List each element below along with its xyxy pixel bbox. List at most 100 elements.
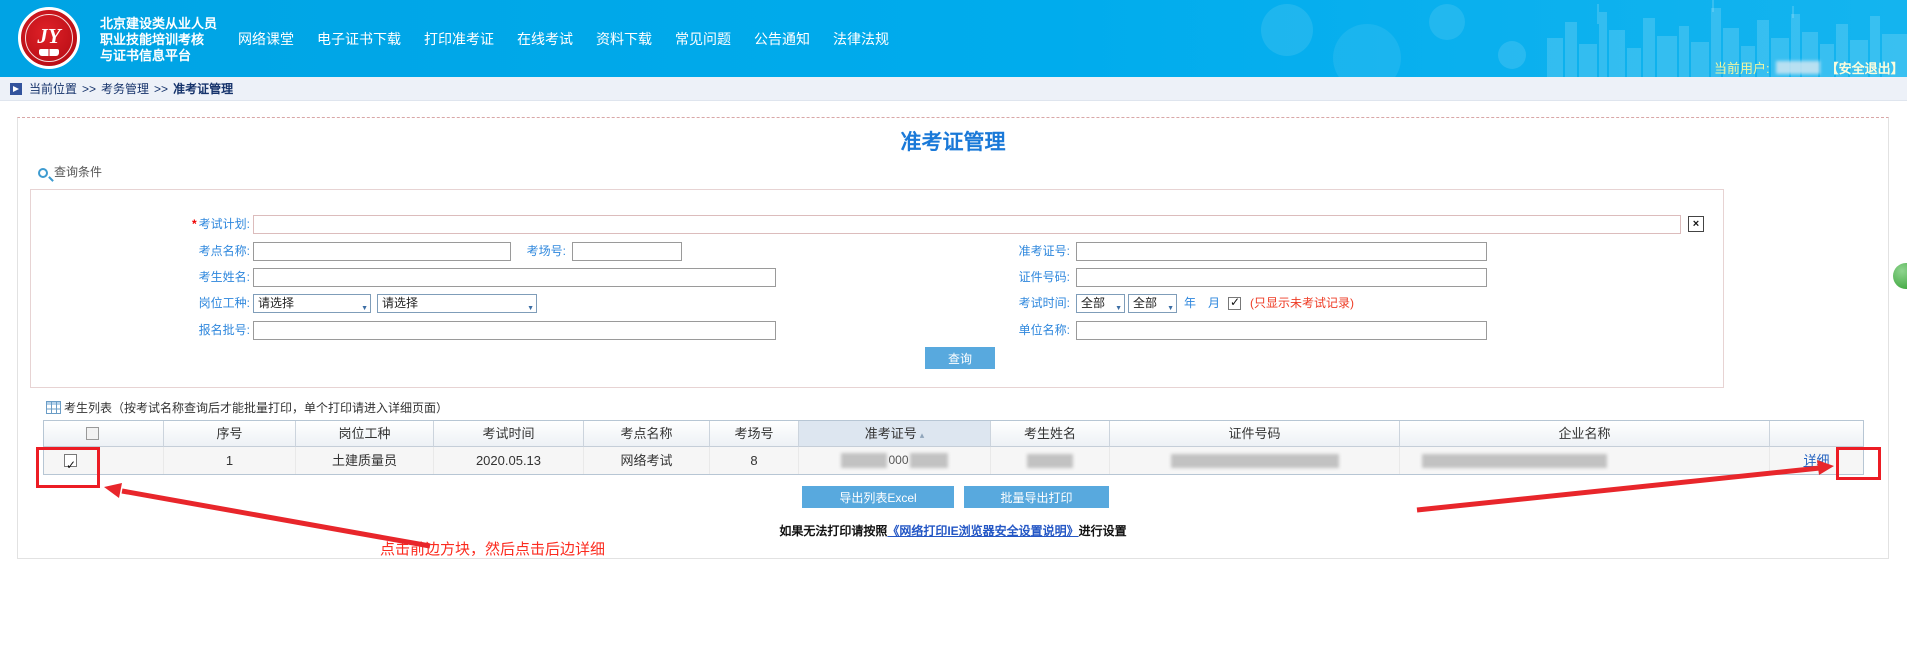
nav-item-laws[interactable]: 法律法规 [833,29,889,49]
company-name-redacted [1422,454,1607,468]
table-row: 1 土建质量员 2020.05.13 网络考试 8 000 详细 [44,447,1863,474]
cell-exam-room: 8 [710,447,799,474]
id-number-input[interactable] [1076,268,1487,287]
col-header-exam-time: 考试时间 [434,421,584,447]
field-label-exam-time: 考试时间: [976,294,1070,313]
cell-company [1400,447,1770,474]
breadcrumb-exam-management[interactable]: 考务管理 [101,82,149,96]
ticket-number-input[interactable] [1076,242,1487,261]
field-label-exam-room: 考场号: [498,242,566,261]
unexamined-only-checkbox[interactable] [1228,297,1241,310]
main-nav: 网络课堂 电子证书下载 打印准考证 在线考试 资料下载 常见问题 公告通知 法律… [238,0,889,77]
col-header-candidate-name: 考生姓名 [991,421,1110,447]
logo-text: JY [21,24,77,49]
col-header-trade: 岗位工种 [296,421,434,447]
logo-book-icon [39,49,59,56]
trade-select-2[interactable]: 请选择 [377,294,537,313]
org-logo: JY [18,7,80,69]
breadcrumb-ticket-management[interactable]: 准考证管理 [173,82,233,96]
exam-year-select[interactable]: 全部 [1076,294,1125,313]
org-name-line: 职业技能培训考核 [100,32,217,48]
breadcrumb: 当前位置>>考务管理>>准考证管理 [0,77,1907,101]
org-name: 北京建设类从业人员 职业技能培训考核 与证书信息平台 [100,16,217,64]
clear-exam-plan-button[interactable]: × [1688,216,1704,232]
trade-select-1[interactable]: 请选择 [253,294,371,313]
ticket-number-fragment: 000 [888,447,908,474]
cell-exam-site: 网络考试 [584,447,710,474]
ticket-number-redacted [910,453,948,468]
org-name-line: 北京建设类从业人员 [100,16,217,32]
batch-print-button[interactable]: 批量导出打印 [964,486,1109,508]
annotation-tip: 点击前边方块，然后点击后边详细 [380,538,605,559]
print-note-suffix: 进行设置 [1079,524,1127,538]
logout-button[interactable]: 【安全退出】 [1826,58,1904,77]
exam-site-input[interactable] [253,242,511,261]
cell-ticket-number: 000 [799,447,991,474]
checkbox-highlight-box [36,447,100,488]
field-label-ticket-number: 准考证号: [976,242,1070,261]
exam-month-select[interactable]: 全部 [1128,294,1177,313]
user-bar: 当前用户: 【安全退出】 [1714,58,1904,77]
required-mark: * [192,217,197,231]
cell-candidate-name [991,447,1110,474]
field-label-batch-number: 报名批号: [160,321,250,340]
candidate-list-title: 考生列表（按考试名称查询后才能批量打印，单个打印请进入详细页面） [64,399,448,416]
field-label-id-number: 证件号码: [976,268,1070,287]
export-excel-button[interactable]: 导出列表Excel [802,486,954,508]
field-label-exam-site: 考点名称: [160,242,250,261]
nav-item-online-exam[interactable]: 在线考试 [517,29,573,49]
field-label-exam-plan: *考试计划: [155,215,250,234]
col-header-ticket-number[interactable]: 准考证号▴ [799,421,991,447]
candidate-name-input[interactable] [253,268,776,287]
breadcrumb-separator: >> [154,82,168,96]
col-header-detail [1770,421,1863,447]
col-header-seq: 序号 [164,421,296,447]
breadcrumb-current-location: 当前位置 [29,82,77,96]
print-note-prefix: 如果无法打印请按照 [779,524,887,538]
month-unit-label: 月 [1208,294,1220,313]
app-header: JY 北京建设类从业人员 职业技能培训考核 与证书信息平台 网络课堂 电子证书下… [0,0,1907,77]
print-note: 如果无法打印请按照《网络打印IE浏览器安全设置说明》进行设置 [17,522,1889,539]
org-name-line: 与证书信息平台 [100,48,217,64]
nav-item-online-classroom[interactable]: 网络课堂 [238,29,294,49]
cell-exam-time: 2020.05.13 [434,447,584,474]
year-unit-label: 年 [1184,294,1196,313]
floating-widget[interactable] [1893,263,1907,289]
user-name-redacted [1776,61,1820,74]
field-label-candidate-name: 考生姓名: [160,268,250,287]
page-title: 准考证管理 [17,126,1889,156]
col-header-id-number: 证件号码 [1110,421,1400,447]
ie-settings-link[interactable]: 《网络打印IE浏览器安全设置说明》 [887,524,1078,538]
select-all-checkbox[interactable] [86,427,99,440]
field-label-company-name: 单位名称: [976,321,1070,340]
query-conditions-label: 查询条件 [54,165,102,179]
nav-item-downloads[interactable]: 资料下载 [596,29,652,49]
company-name-input[interactable] [1076,321,1487,340]
nav-item-print-ticket[interactable]: 打印准考证 [424,29,494,49]
batch-number-input[interactable] [253,321,776,340]
current-user-label: 当前用户: [1714,58,1770,77]
detail-highlight-box [1836,447,1881,480]
detail-link[interactable]: 详细 [1803,447,1829,474]
cell-id-number [1110,447,1400,474]
candidate-name-redacted [1027,454,1073,468]
ticket-number-redacted [841,453,887,468]
field-label-trade: 岗位工种: [160,294,250,313]
sort-ascending-icon: ▴ [920,430,925,440]
table-header-row: 序号 岗位工种 考试时间 考点名称 考场号 准考证号▴ 考生姓名 证件号码 企业… [44,421,1863,447]
cell-trade: 土建质量员 [296,447,434,474]
nav-item-certificate-download[interactable]: 电子证书下载 [317,29,401,49]
candidate-list-icon [46,401,61,414]
breadcrumb-icon [10,83,22,95]
exam-room-input[interactable] [572,242,682,261]
query-conditions-header: 查询条件 [38,163,102,180]
nav-item-faq[interactable]: 常见问题 [675,29,731,49]
col-header-exam-room: 考场号 [710,421,799,447]
candidates-table: 序号 岗位工种 考试时间 考点名称 考场号 准考证号▴ 考生姓名 证件号码 企业… [43,420,1864,475]
page: JY 北京建设类从业人员 职业技能培训考核 与证书信息平台 网络课堂 电子证书下… [0,0,1907,650]
unexamined-only-hint: (只显示未考试记录) [1250,294,1354,313]
nav-item-announcements[interactable]: 公告通知 [754,29,810,49]
cell-seq: 1 [164,447,296,474]
search-button[interactable]: 查询 [925,347,995,369]
exam-plan-input[interactable] [253,215,1681,234]
